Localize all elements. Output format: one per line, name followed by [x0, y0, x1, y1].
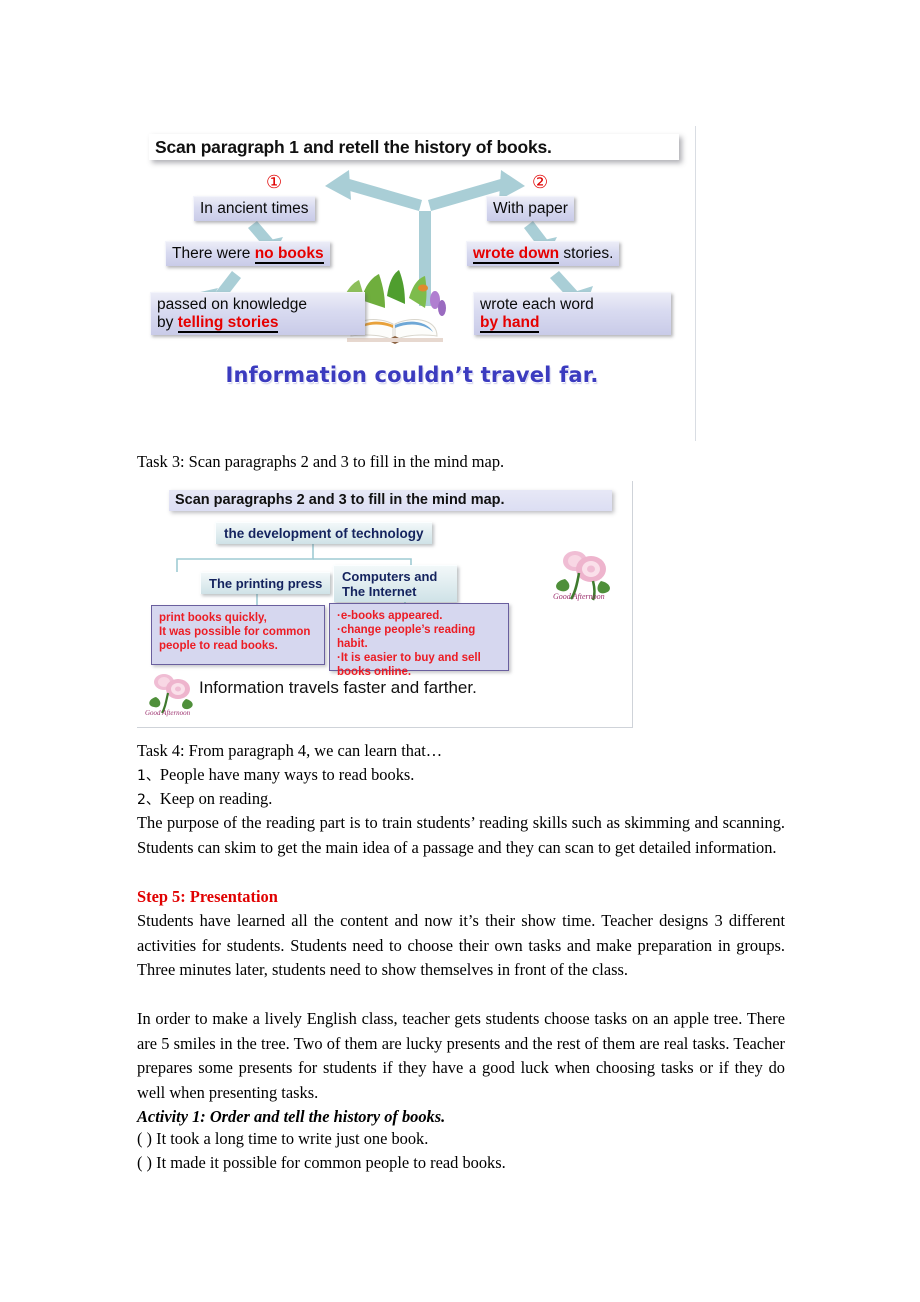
marker-one: ①: [266, 172, 283, 193]
box-passed-on-knowledge: passed on knowledge by telling stories: [150, 292, 365, 335]
slide1-title: Scan paragraph 1 and retell the history …: [149, 134, 679, 160]
box-with-paper-label: With paper: [493, 200, 568, 217]
box-printing-press: The printing press: [200, 572, 331, 594]
passed-on-knowledge-line1: passed on knowledge: [157, 296, 307, 313]
slide2-title: Scan paragraphs 2 and 3 to fill in the m…: [169, 490, 612, 511]
box-with-paper: With paper: [486, 196, 574, 221]
activity1-heading: Activity 1: Order and tell the history o…: [137, 1107, 446, 1126]
box-printing-press-label: The printing press: [209, 576, 323, 591]
printing-press-detail-line3: people to read books.: [159, 640, 278, 652]
task4-item-1-number: 1、: [137, 768, 160, 784]
task4-item-1-text: People have many ways to read books.: [159, 765, 415, 784]
there-were-prefix: There were: [172, 245, 255, 262]
box-printing-press-details: print books quickly, It was possible for…: [151, 605, 325, 665]
no-books-keyword: no books: [254, 245, 324, 264]
marker-two: ②: [532, 172, 549, 193]
box-in-ancient-times-label: In ancient times: [200, 200, 309, 217]
task4-item-2: 2、Keep on reading.: [137, 787, 785, 813]
computers-detail-line2: ·change people’s reading: [337, 624, 476, 636]
task4-item-2-text: Keep on reading.: [159, 789, 273, 808]
box-there-were-no-books: There were no books: [165, 241, 330, 266]
step5-heading: Step 5: Presentation: [137, 887, 278, 906]
slide2-footer: Information travels faster and farther.: [199, 678, 477, 697]
box-development-of-technology-label: the development of technology: [224, 526, 424, 541]
computers-detail-line3: habit.: [337, 638, 368, 650]
task4-heading: Task 4: From paragraph 4, we can learn t…: [137, 741, 443, 760]
by-hand-keyword: by hand: [480, 314, 540, 333]
telling-stories-keyword: telling stories: [177, 314, 279, 333]
wrote-down-keyword: wrote down: [473, 245, 560, 264]
printing-press-detail-line1: print books quickly,: [159, 612, 267, 624]
box-computers-details: ·e-books appeared. ·change people’s read…: [329, 603, 509, 678]
passed-on-knowledge-by: by: [157, 314, 178, 331]
rose-decoration-icon-2: Good Afternoon: [145, 674, 193, 717]
document-page: Scan paragraph 1 and retell the history …: [0, 0, 920, 1302]
rose-caption: Good Afternoon: [553, 592, 605, 601]
slide1-footer: Information couldn’t travel far.: [225, 363, 599, 387]
activity1-item-2: ( ) It made it possible for common peopl…: [137, 1153, 506, 1172]
slide-image-history-of-books: Scan paragraph 1 and retell the history …: [135, 126, 696, 441]
box-wrote-each-word-by-hand: wrote each word by hand: [473, 292, 671, 335]
task3-line: Task 3: Scan paragraphs 2 and 3 to fill …: [137, 452, 505, 471]
box-in-ancient-times: In ancient times: [193, 196, 315, 221]
step5-paragraph-1: Students have learned all the content an…: [137, 911, 785, 979]
wrote-each-word-line1: wrote each word: [480, 296, 594, 313]
step5-paragraph-2: In order to make a lively English class,…: [137, 1009, 785, 1102]
rose-decoration-icon: Good Afternoon: [553, 551, 610, 601]
slide-image-mind-map: Scan paragraphs 2 and 3 to fill in the m…: [137, 481, 633, 728]
rose-caption-2: Good Afternoon: [145, 709, 191, 717]
computers-detail-line4: ·It is easier to buy and sell: [337, 652, 481, 664]
box-computers-and-internet: Computers and The Internet: [333, 565, 457, 602]
task4-item-2-number: 2、: [137, 792, 160, 808]
computers-detail-line5: books online.: [337, 666, 412, 678]
box-wrote-down-stories: wrote down stories.: [466, 241, 620, 266]
stories-suffix: stories.: [559, 245, 614, 262]
box-computers-line1: Computers and: [342, 569, 438, 584]
activity1-item-1: ( ) It took a long time to write just on…: [137, 1129, 429, 1148]
box-development-of-technology: the development of technology: [215, 522, 432, 544]
box-computers-line2: The Internet: [342, 584, 417, 599]
task4-item-1: 1、People have many ways to read books.: [137, 763, 785, 789]
purpose-paragraph: The purpose of the reading part is to tr…: [137, 813, 785, 857]
computers-detail-line1: ·e-books appeared.: [337, 610, 443, 622]
printing-press-detail-line2: It was possible for common: [159, 626, 311, 638]
